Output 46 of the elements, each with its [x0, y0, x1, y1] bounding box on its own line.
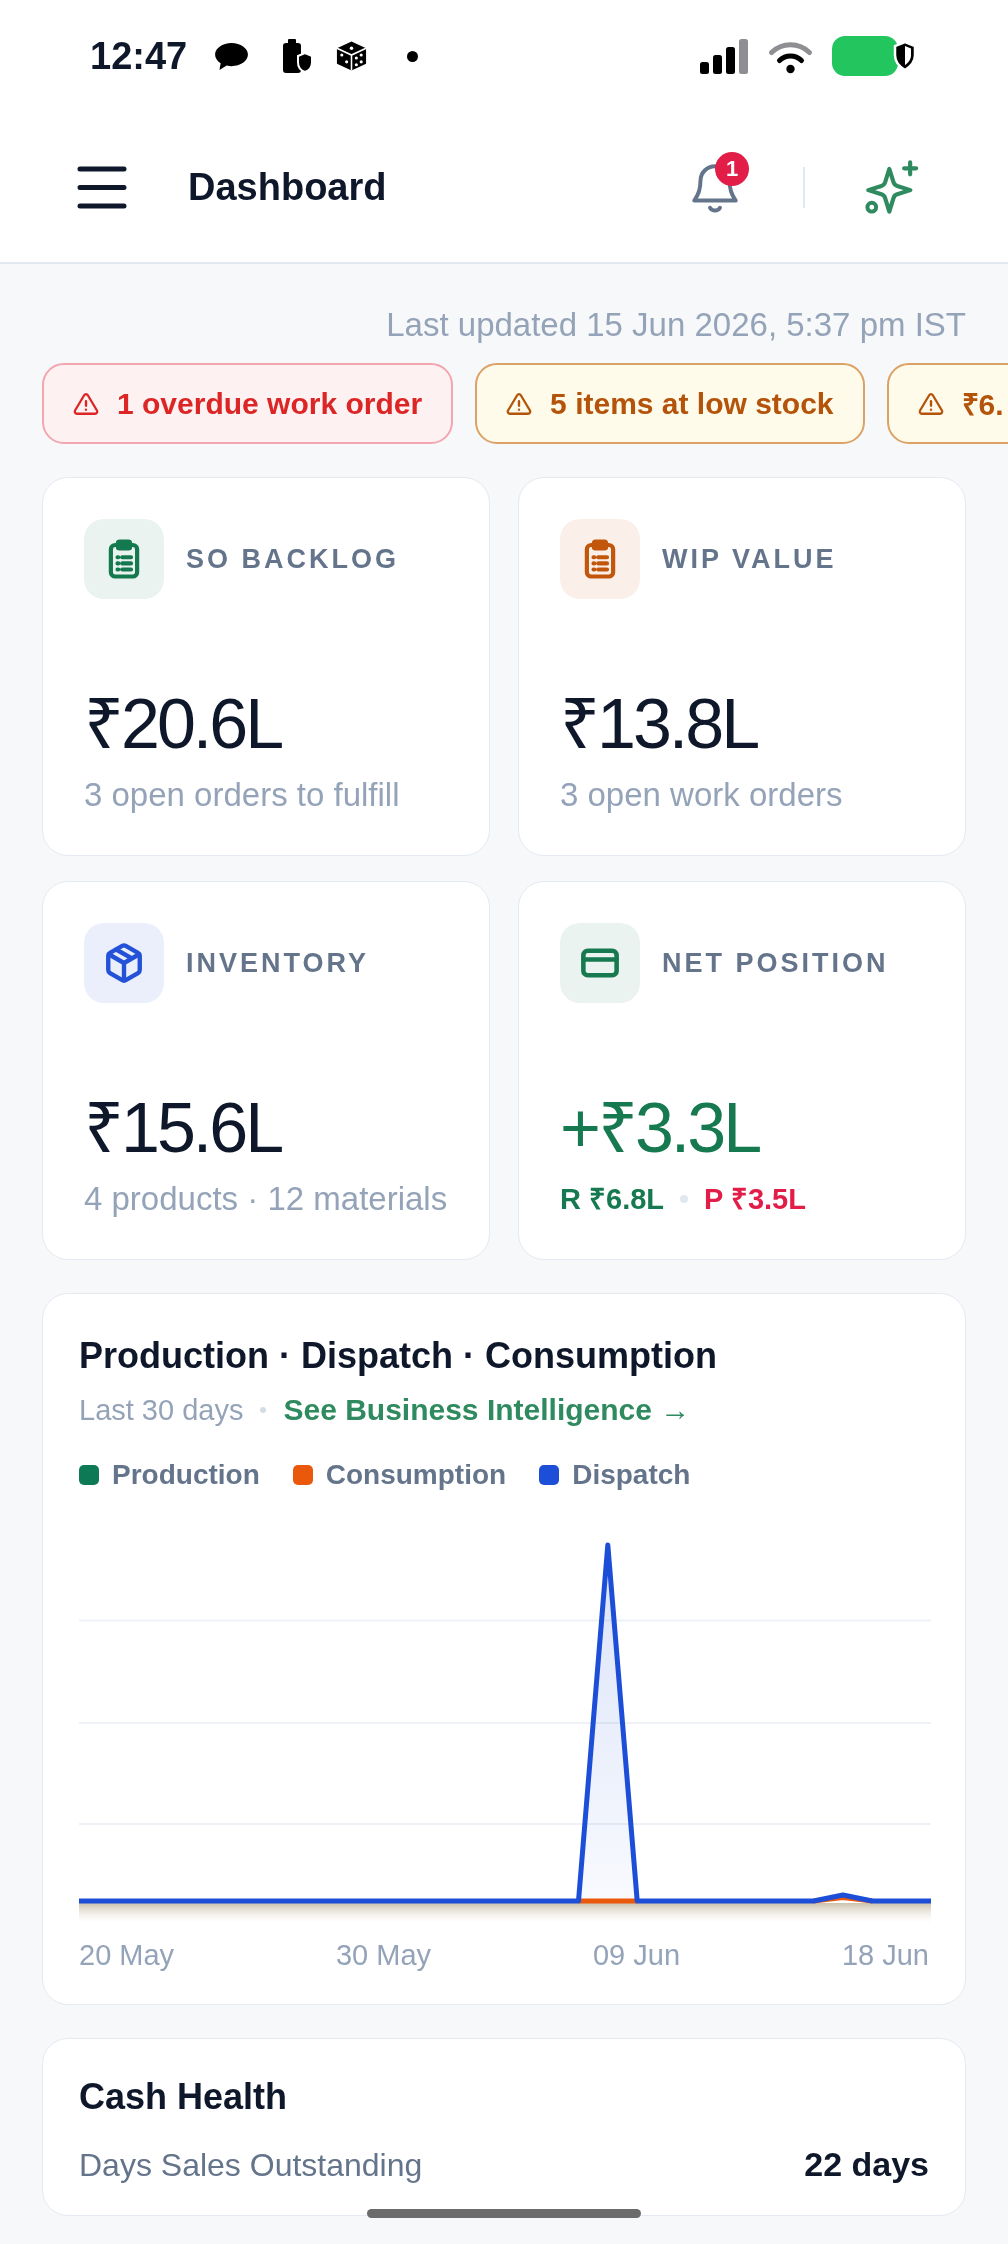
business-intelligence-link[interactable]: See Business Intelligence → [283, 1391, 691, 1429]
card-value: ₹15.6L [84, 1093, 283, 1163]
card-title: Cash Health [79, 2075, 289, 2119]
card-value: ₹20.6L [84, 689, 283, 759]
card-label: INVENTORY [186, 947, 370, 979]
battery-icon [832, 36, 898, 76]
warning-icon [917, 390, 944, 417]
dot-icon [407, 50, 419, 62]
warning-icon [73, 390, 99, 417]
axis-label: 09 Jun [592, 1938, 681, 1973]
metric-label: Days Sales Outstanding [79, 2146, 423, 2184]
legend-label: Dispatch [572, 1458, 691, 1492]
page-title: Dashboard [188, 165, 387, 210]
separator-dot-icon [260, 1407, 267, 1413]
card-label: WIP VALUE [662, 543, 837, 575]
card-note: 3 open orders to fulfill [84, 775, 401, 815]
period-text: Last 30 days [79, 1393, 244, 1428]
notification-badge: 1 [715, 152, 749, 186]
signal-icon [700, 38, 749, 74]
battery-shield-icon [281, 38, 314, 74]
sparkle-icon[interactable] [863, 158, 920, 216]
card-note: 3 open work orders [560, 775, 844, 815]
breakdown-value: P ₹3.5L [704, 1182, 806, 1217]
dice-icon [335, 40, 369, 72]
axis-label: 20 May [79, 1938, 175, 1973]
metric-value: 22 days [804, 2145, 929, 2183]
last-updated-text: Last updated 15 Jun 2026, 5:37 pm IST [385, 306, 966, 344]
legend-label: Production [112, 1458, 260, 1492]
axis-label: 30 May [336, 1938, 432, 1973]
alert-chip[interactable]: ₹6. [886, 363, 1008, 444]
card-value: ₹13.8L [560, 689, 759, 759]
legend-label: Consumption [325, 1458, 507, 1492]
chat-bubble-icon [214, 41, 250, 71]
card-value: +₹3.3L [560, 1093, 761, 1163]
card-label: SO BACKLOG [186, 543, 399, 575]
breakdown-value: R ₹6.8L [560, 1182, 665, 1217]
card-label: NET POSITION [662, 947, 889, 979]
status-time: 12:47 [90, 34, 188, 78]
warning-icon [506, 390, 533, 417]
card-note: 4 products · 12 materials [84, 1179, 449, 1219]
separator-dot-icon [680, 1195, 689, 1203]
menu-icon[interactable] [77, 165, 127, 209]
alert-chip[interactable]: 1 overdue work order [42, 363, 454, 444]
alert-chip[interactable]: 5 items at low stock [475, 363, 865, 444]
chart-title: Production · Dispatch · Consumption [79, 1334, 718, 1378]
axis-label: 18 Jun [841, 1938, 929, 1973]
